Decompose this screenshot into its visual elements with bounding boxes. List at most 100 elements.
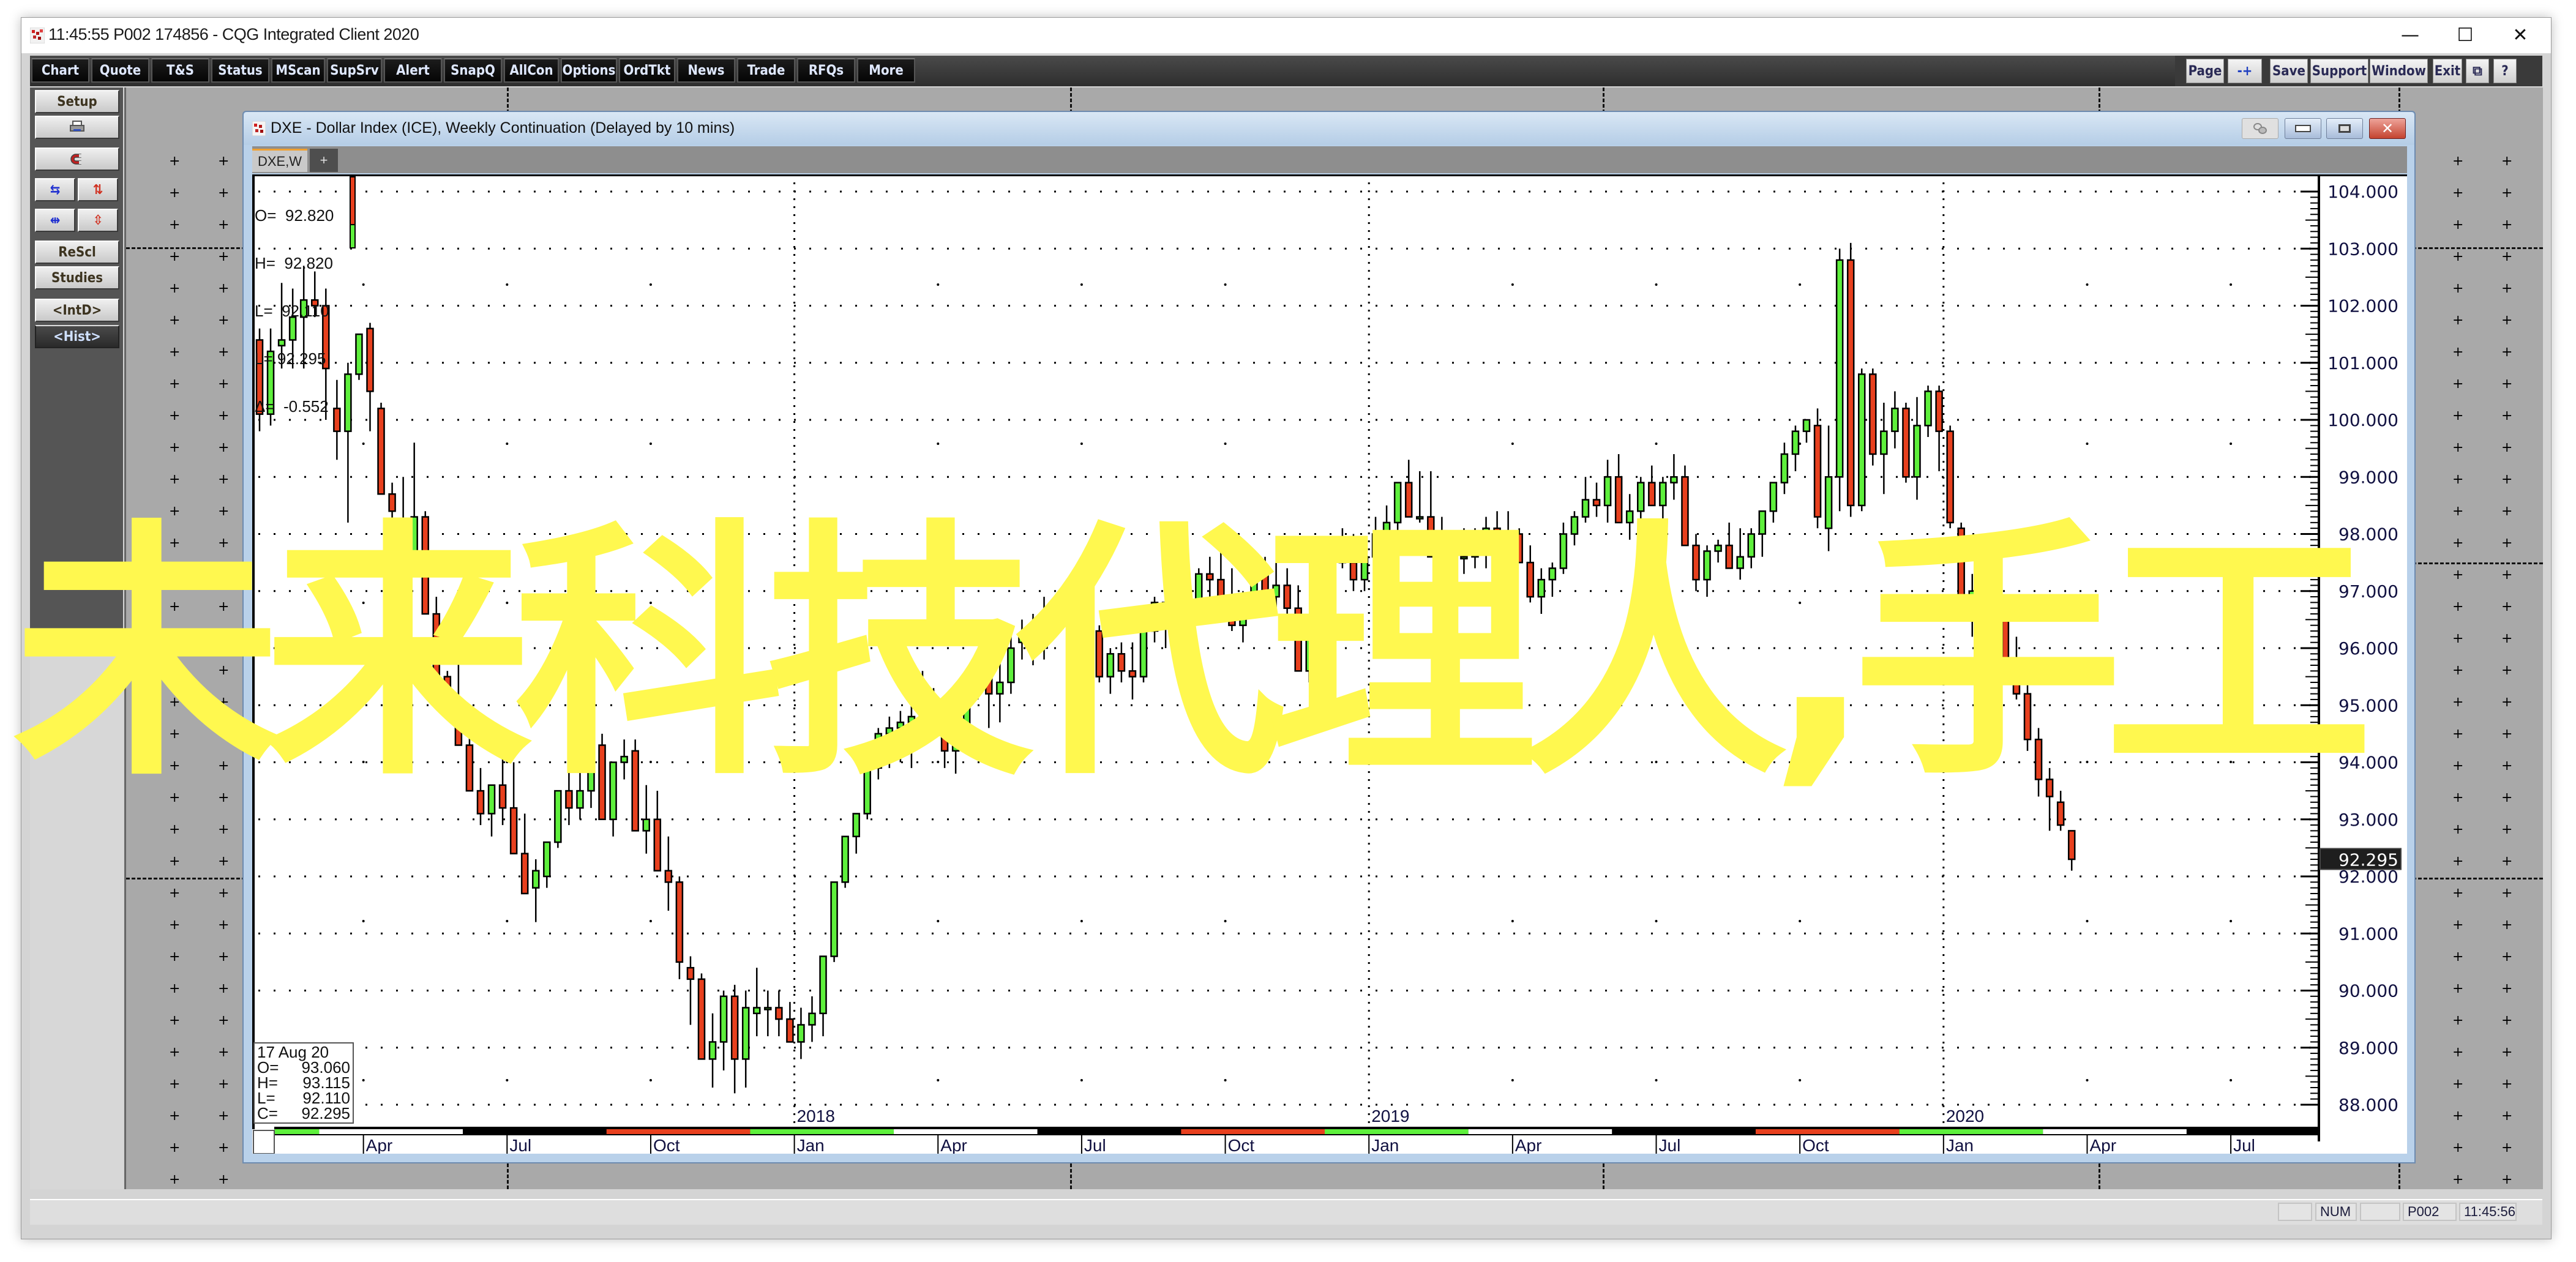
x-month-label: Jan [797,1136,825,1154]
candle-up [1073,596,1081,600]
toolbar-news-button[interactable]: News [677,58,735,83]
rescale-button[interactable]: ReScl [35,241,119,264]
ohlc-delta-value: -0.552 [283,397,329,416]
scroll-corner [253,1130,275,1154]
workspace-grid-plus: + [218,281,230,296]
candle-down [2056,801,2065,826]
candle-down [664,870,673,883]
toolbar-quote-button[interactable]: Quote [91,58,149,83]
print-button[interactable] [35,116,119,139]
toolbar-supsrv-button[interactable]: SupSrv [327,58,382,83]
window-button[interactable]: Window [2370,59,2428,83]
toolbar-chart-button[interactable]: Chart [31,58,89,83]
save-button[interactable]: Save [2270,59,2308,83]
exit-button[interactable]: Exit [2433,59,2462,83]
time-band-segment [1181,1129,1325,1134]
workspace-grid-plus: + [2452,567,2464,583]
candle-down [1438,556,1446,586]
setup-button[interactable]: Setup [35,90,119,113]
candle-up [1913,425,1921,478]
candle-up [410,516,418,564]
candle-up [1968,590,1976,603]
workspace-grid-plus: + [2452,504,2464,519]
cqg-app-window: 11:45:55 P002 174856 - CQG Integrated Cl… [21,17,2552,1239]
toolbar-status-button[interactable]: Status [211,58,269,83]
support-button[interactable]: Support [2310,59,2368,83]
toolbar-alert-button[interactable]: Alert [384,58,442,83]
grid-dot [2086,442,2089,445]
toolbar-ordtkt-button[interactable]: OrdTkt [619,58,675,83]
workspace-grid-plus: + [169,949,181,965]
close-button[interactable]: ✕ [2496,21,2545,48]
time-band-segment [319,1129,463,1134]
toolbar-ts-button[interactable]: T&S [151,58,209,83]
grid-dot [937,442,940,445]
grid-dot [1080,442,1083,445]
workspace-grid-plus: + [2452,345,2464,360]
restore-layout-button[interactable]: ⧉ [2466,59,2489,83]
toolbar-allcon-button[interactable]: AllCon [504,58,559,83]
candle-up [620,755,628,763]
chart-window-titlebar[interactable]: DXE - Dollar Index (ICE), Weekly Continu… [244,112,2414,145]
candlestick-chart[interactable]: 104.000 103.000 102.000 101.000 100.000 99.00… [252,174,2407,1154]
ohlc-low: L= 92.110 [255,302,329,320]
compress-vertical-button[interactable]: ⇳ [78,209,118,232]
compress-horizontal-button[interactable]: ⇹ [35,209,75,232]
history-button[interactable]: <Hist> [35,325,119,348]
grid-dot [1511,283,1514,286]
candle-down [1172,624,1181,632]
grid-dot [1224,283,1227,286]
candle-down [675,881,684,963]
hover-close-value: 92.295 [301,1104,350,1122]
chart-restore-button[interactable] [2326,118,2363,139]
maximize-button[interactable]: ☐ [2441,21,2490,48]
workspace-grid-plus: + [2452,1013,2464,1028]
toolbar-snapq-button[interactable]: SnapQ [444,58,502,83]
toolbar-rfqs-button[interactable]: RFQs [797,58,855,83]
intraday-button[interactable]: <IntD> [35,299,119,322]
chart-close-button[interactable]: ✕ [2369,118,2406,139]
link-button[interactable] [2242,118,2278,139]
workspace-grid-plus: + [218,376,230,392]
expand-vertical-button[interactable]: ⇅ [78,178,118,201]
grid-dot [1655,1079,1658,1081]
page-button[interactable]: Page [2186,59,2224,83]
studies-button[interactable]: Studies [35,266,119,289]
zoom-minus-plus-button[interactable]: -+ [2228,59,2262,83]
tab-dxe-w[interactable]: DXE,W [252,149,307,172]
workspace-grid-plus: + [218,313,230,328]
workspace-grid-plus: + [218,1140,230,1156]
grid-dot [506,1079,509,1081]
candle-down [399,533,407,564]
workspace-grid-plus: + [2501,536,2513,551]
help-button[interactable]: ? [2493,59,2517,83]
grid-dot [2086,602,2089,604]
expand-horizontal-button[interactable]: ⇆ [35,178,75,201]
workspace-grid-plus: + [2452,854,2464,869]
magnet-button[interactable] [35,147,119,171]
workspace-grid-plus: + [218,154,230,169]
minimize-button[interactable]: — [2386,21,2435,48]
workspace-grid-plus: + [2452,695,2464,710]
swap-vertical-icon: ⇅ [92,182,103,198]
candle-up [951,727,960,752]
chart-plot-area[interactable]: 104.000 103.000 102.000 101.000 100.000 99.00… [252,174,2407,1154]
toolbar-trade-button[interactable]: Trade [737,58,795,83]
workspace-grid-plus: + [218,599,230,614]
grid-dot [1224,761,1227,763]
toolbar-mscan-button[interactable]: MScan [271,58,325,83]
toolbar-options-button[interactable]: Options [561,58,617,83]
workspace-grid-plus: + [169,281,181,296]
ohlc-high: H= 92.820 [255,254,333,272]
candle-up [576,790,584,809]
add-tab-button[interactable]: + [310,149,338,172]
workspace-grid-plus: + [2501,567,2513,583]
candle-down [1206,573,1214,581]
candle-down [421,516,429,615]
time-band-segment [1612,1129,1756,1134]
candle-down [1084,596,1092,632]
grid-dot [1080,283,1083,286]
x-month-label: Jul [2233,1136,2255,1154]
chart-minimize-button[interactable] [2285,118,2321,139]
toolbar-more-button[interactable]: More [857,58,915,83]
